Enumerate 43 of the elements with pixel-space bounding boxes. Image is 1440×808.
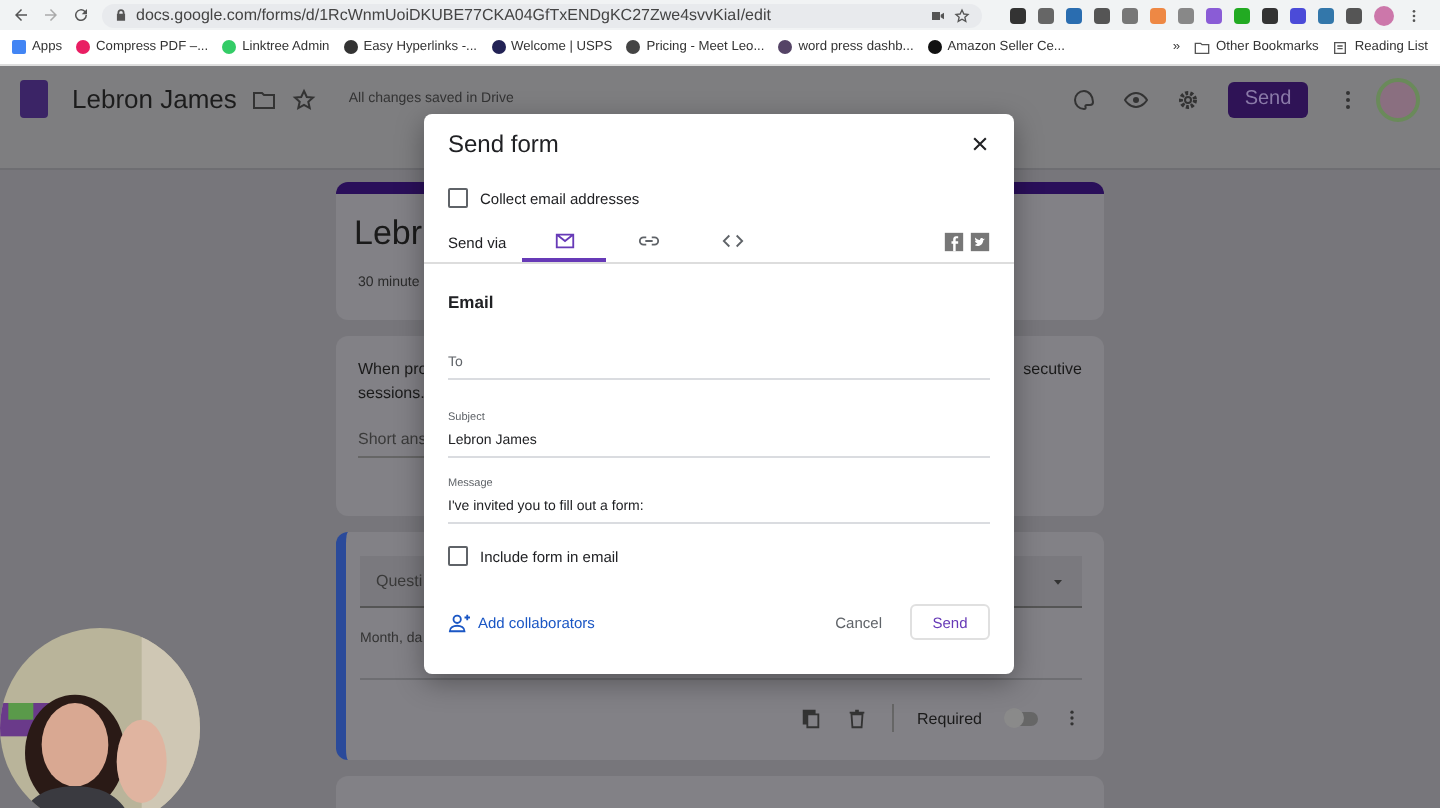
favicon-icon	[927, 40, 942, 54]
form-title[interactable]: Lebr	[354, 214, 423, 254]
copy-icon[interactable]	[799, 707, 822, 729]
dialog-title: Send form	[448, 130, 559, 158]
favicon-icon	[222, 40, 237, 54]
star-icon[interactable]	[954, 7, 970, 23]
palette-icon[interactable]	[1072, 87, 1096, 111]
apps-grid-icon	[12, 40, 26, 54]
favicon-icon	[343, 40, 358, 54]
folder-icon[interactable]	[252, 87, 277, 111]
eye-icon[interactable]	[1124, 87, 1148, 111]
email-icon	[553, 229, 576, 251]
list-icon	[1332, 39, 1349, 55]
add-person-icon	[448, 611, 470, 633]
section-heading: Email	[448, 292, 496, 312]
reload-icon[interactable]	[72, 6, 90, 24]
favicon-icon	[76, 40, 91, 54]
star-icon[interactable]	[292, 87, 317, 111]
back-icon[interactable]	[12, 6, 30, 24]
settings-icon[interactable]	[1176, 87, 1200, 111]
favicon-icon	[626, 40, 641, 54]
required-label: Required	[917, 709, 982, 727]
checkbox[interactable]	[448, 546, 468, 566]
camera-icon[interactable]	[930, 7, 946, 23]
code-icon	[721, 229, 744, 251]
lock-icon	[114, 8, 128, 22]
folder-icon	[1194, 39, 1211, 55]
forward-icon[interactable]	[42, 6, 60, 24]
form-title[interactable]: Lebron James	[72, 84, 237, 114]
favicon-icon	[491, 40, 506, 54]
trash-icon[interactable]	[845, 707, 868, 729]
send-button[interactable]: Send	[1228, 81, 1308, 117]
facebook-icon[interactable]	[944, 232, 964, 252]
favicon-icon	[778, 40, 793, 54]
address-bar[interactable]: docs.google.com/forms/d/1RcWnmUoiDKUBE77CKA04GfTxENDgKC27Zwe4svvKiaI/edit	[102, 3, 982, 27]
question-text: sessions.	[358, 384, 427, 402]
checkbox[interactable]	[448, 188, 468, 208]
close-icon[interactable]	[970, 134, 990, 154]
twitter-icon[interactable]	[970, 232, 990, 252]
url-text: docs.google.com/forms/d/1RcWnmUoiDKUBE77CKA04GfTxENDgKC27Zwe4svvKiaI/edit	[136, 6, 771, 24]
profile-avatar[interactable]	[1374, 5, 1394, 25]
question-text: secutive	[1023, 360, 1082, 378]
required-toggle[interactable]	[1006, 711, 1038, 725]
